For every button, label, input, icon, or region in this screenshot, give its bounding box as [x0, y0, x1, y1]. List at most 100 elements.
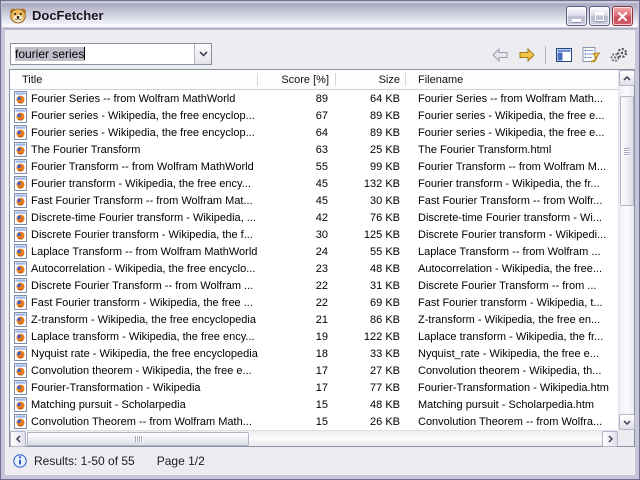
- search-dropdown-button[interactable]: [194, 44, 211, 64]
- result-size: 26 KB: [336, 416, 406, 428]
- maximize-button[interactable]: [589, 6, 610, 26]
- table-row[interactable]: Nyquist rate - Wikipedia, the free encyc…: [10, 345, 618, 362]
- html-file-icon: [14, 295, 27, 310]
- preview-panel-toggle-button[interactable]: [554, 45, 574, 65]
- table-row[interactable]: Fourier Transform -- from Wolfram MathWo…: [10, 158, 618, 175]
- toolbar: [490, 45, 628, 65]
- result-size: 76 KB: [336, 212, 406, 224]
- close-button[interactable]: [612, 6, 633, 26]
- result-title: Fourier series - Wikipedia, the free enc…: [31, 110, 255, 122]
- result-title: Autocorrelation - Wikipedia, the free en…: [31, 263, 255, 275]
- next-page-button[interactable]: [517, 45, 537, 65]
- result-title: Fast Fourier Transform -- from Wolfram M…: [31, 195, 253, 207]
- html-file-icon: [14, 329, 27, 344]
- result-score: 21: [258, 314, 336, 326]
- result-size: 30 KB: [336, 195, 406, 207]
- result-title: Fourier series - Wikipedia, the free enc…: [31, 127, 255, 139]
- table-row[interactable]: Fast Fourier transform - Wikipedia, the …: [10, 294, 618, 311]
- result-title: Discrete-time Fourier transform - Wikipe…: [31, 212, 256, 224]
- maximize-icon: [595, 12, 604, 21]
- result-score: 17: [258, 365, 336, 377]
- table-row[interactable]: Discrete Fourier transform - Wikipedia, …: [10, 226, 618, 243]
- column-header-filename[interactable]: Filename: [406, 70, 618, 89]
- result-filename: Fourier transform - Wikipedia, the fr...: [406, 178, 618, 190]
- scroll-down-button[interactable]: [619, 414, 635, 430]
- table-row[interactable]: Z-transform - Wikipedia, the free encycl…: [10, 311, 618, 328]
- preferences-button[interactable]: [608, 45, 628, 65]
- result-score: 19: [258, 331, 336, 343]
- result-title: Nyquist rate - Wikipedia, the free encyc…: [31, 348, 258, 360]
- table-row[interactable]: Fourier-Transformation - Wikipedia 17 77…: [10, 379, 618, 396]
- index-manager-button[interactable]: [581, 45, 601, 65]
- result-score: 22: [258, 297, 336, 309]
- html-file-icon: [14, 278, 27, 293]
- page-indicator: Page 1/2: [157, 454, 205, 468]
- html-file-icon: [14, 193, 27, 208]
- text-caret: [84, 47, 85, 60]
- result-size: 27 KB: [336, 365, 406, 377]
- result-title: Matching pursuit - Scholarpedia: [31, 399, 186, 411]
- table-row[interactable]: Fourier Series -- from Wolfram MathWorld…: [10, 90, 618, 107]
- result-score: 64: [258, 127, 336, 139]
- forward-arrow-icon: [518, 48, 536, 62]
- previous-page-button[interactable]: [490, 45, 510, 65]
- result-filename: Autocorrelation - Wikipedia, the free...: [406, 263, 618, 275]
- result-filename: Fourier series - Wikipedia, the free e..…: [406, 110, 618, 122]
- result-score: 18: [258, 348, 336, 360]
- column-header-size[interactable]: Size: [336, 70, 406, 89]
- result-score: 24: [258, 246, 336, 258]
- scroll-left-button[interactable]: [10, 431, 26, 447]
- result-size: 89 KB: [336, 127, 406, 139]
- result-filename: The Fourier Transform.html: [406, 144, 618, 156]
- result-title: Laplace Transform -- from Wolfram MathWo…: [31, 246, 257, 258]
- result-filename: Laplace transform - Wikipedia, the fr...: [406, 331, 618, 343]
- column-header-title[interactable]: Title: [10, 70, 258, 89]
- result-title: The Fourier Transform: [31, 144, 140, 156]
- window-controls: [566, 6, 633, 26]
- result-size: 99 KB: [336, 161, 406, 173]
- html-file-icon: [14, 346, 27, 361]
- vertical-scrollbar[interactable]: [618, 70, 634, 430]
- result-filename: Discrete Fourier transform - Wikipedi...: [406, 229, 618, 241]
- search-combo: fourier series: [10, 43, 212, 65]
- table-row[interactable]: Matching pursuit - Scholarpedia 15 48 KB…: [10, 396, 618, 413]
- result-title: Laplace transform - Wikipedia, the free …: [31, 331, 255, 343]
- scroll-right-button[interactable]: [602, 431, 618, 447]
- result-size: 64 KB: [336, 93, 406, 105]
- table-row[interactable]: Fourier transform - Wikipedia, the free …: [10, 175, 618, 192]
- results-count: Results: 1-50 of 55: [34, 454, 135, 468]
- result-score: 42: [258, 212, 336, 224]
- scroll-up-button[interactable]: [619, 70, 635, 86]
- result-score: 22: [258, 280, 336, 292]
- table-row[interactable]: Laplace Transform -- from Wolfram MathWo…: [10, 243, 618, 260]
- titlebar[interactable]: DocFetcher: [2, 2, 638, 29]
- result-score: 15: [258, 416, 336, 428]
- horizontal-scrollbar[interactable]: [10, 430, 618, 446]
- column-header-score[interactable]: Score [%]: [258, 70, 336, 89]
- vertical-scroll-thumb[interactable]: [620, 96, 634, 206]
- result-title: Discrete Fourier Transform -- from Wolfr…: [31, 280, 253, 292]
- result-size: 89 KB: [336, 110, 406, 122]
- status-bar: Results: 1-50 of 55 Page 1/2: [5, 447, 635, 475]
- result-size: 25 KB: [336, 144, 406, 156]
- table-row[interactable]: The Fourier Transform 63 25 KB The Fouri…: [10, 141, 618, 158]
- horizontal-scroll-thumb[interactable]: [27, 432, 249, 446]
- search-input[interactable]: fourier series: [11, 44, 194, 64]
- minimize-button[interactable]: [566, 6, 587, 26]
- result-filename: Fast Fourier transform - Wikipedia, t...: [406, 297, 618, 309]
- table-row[interactable]: Convolution Theorem -- from Wolfram Math…: [10, 413, 618, 430]
- result-score: 45: [258, 195, 336, 207]
- table-row[interactable]: Fast Fourier Transform -- from Wolfram M…: [10, 192, 618, 209]
- gears-icon: [609, 48, 628, 63]
- table-row[interactable]: Convolution theorem - Wikipedia, the fre…: [10, 362, 618, 379]
- table-row[interactable]: Fourier series - Wikipedia, the free enc…: [10, 107, 618, 124]
- table-row[interactable]: Discrete-time Fourier transform - Wikipe…: [10, 209, 618, 226]
- index-list-arrow-icon: [582, 47, 600, 63]
- table-row[interactable]: Fourier series - Wikipedia, the free enc…: [10, 124, 618, 141]
- table-row[interactable]: Discrete Fourier Transform -- from Wolfr…: [10, 277, 618, 294]
- result-filename: Discrete Fourier Transform -- from ...: [406, 280, 618, 292]
- table-row[interactable]: Autocorrelation - Wikipedia, the free en…: [10, 260, 618, 277]
- table-row[interactable]: Laplace transform - Wikipedia, the free …: [10, 328, 618, 345]
- result-filename: Laplace Transform -- from Wolfram ...: [406, 246, 618, 258]
- result-size: 132 KB: [336, 178, 406, 190]
